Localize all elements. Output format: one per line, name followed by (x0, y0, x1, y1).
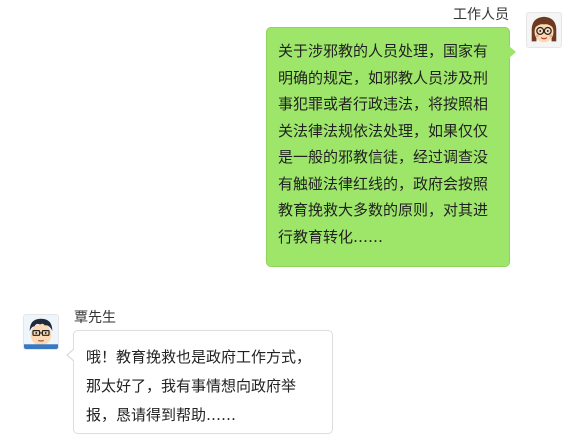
message-bubble: 哦！教育挽救也是政府工作方式，那太好了，我有事情想向政府举报，恳请得到帮助…… (66, 330, 333, 434)
cartoon-woman-glasses-icon[interactable] (526, 12, 562, 48)
sender-name: 覃先生 (74, 310, 116, 326)
message-text: 关于涉邪教的人员处理，国家有明确的规定，如邪教人员涉及刑事犯罪或者行政违法，将按… (278, 42, 489, 246)
sender-name: 工作人员 (453, 7, 509, 23)
cartoon-man-glasses-icon[interactable] (23, 314, 59, 350)
message-bubble: 关于涉邪教的人员处理，国家有明确的规定，如邪教人员涉及刑事犯罪或者行政违法，将按… (266, 27, 516, 267)
chat-window: 工作人员 关于涉邪教的人员处理，国家有明确的规定，如邪教人员涉及刑事犯罪或者行政… (0, 0, 575, 444)
message-text: 哦！教育挽救也是政府工作方式，那太好了，我有事情想向政府举报，恳请得到帮助…… (86, 348, 312, 424)
